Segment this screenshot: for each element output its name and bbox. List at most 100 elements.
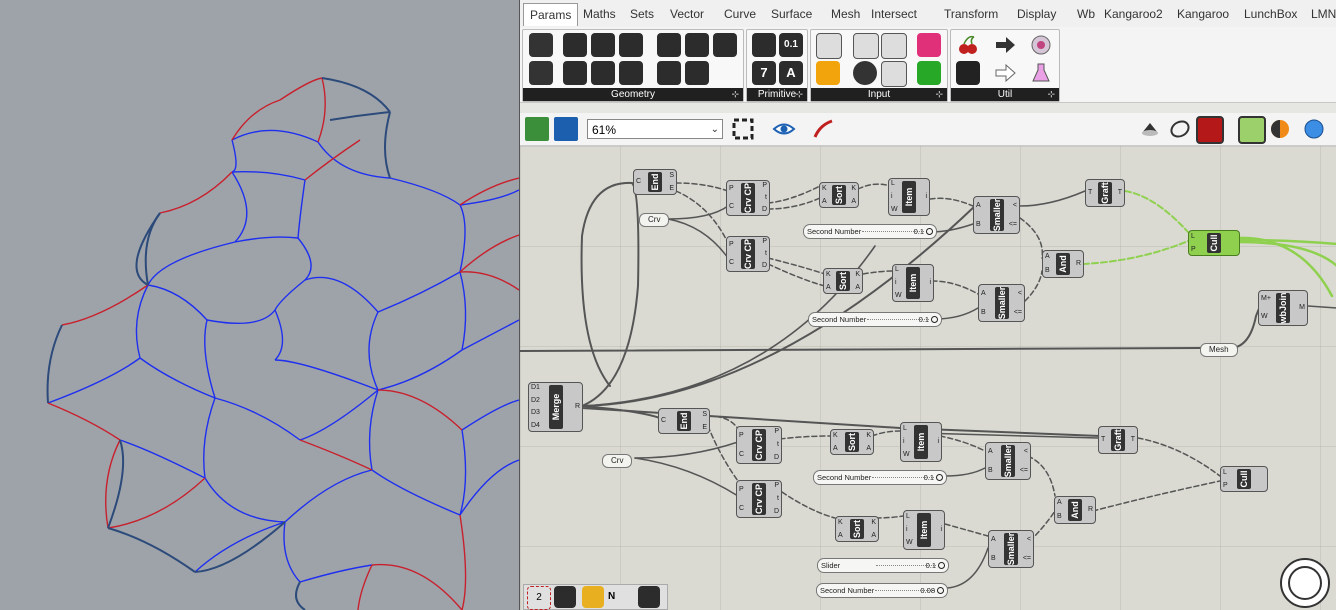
output-pin[interactable]: A [851, 198, 856, 205]
output-pin[interactable]: T [1131, 436, 1135, 443]
output-pin[interactable]: K [851, 185, 856, 192]
input-pin[interactable]: P [729, 185, 734, 192]
output-pin[interactable]: S [669, 172, 674, 179]
output-pin[interactable]: M [1299, 304, 1305, 311]
text-param-icon[interactable]: A [779, 61, 803, 85]
input-pin[interactable]: i [903, 438, 905, 445]
brep-param-icon[interactable] [685, 33, 709, 57]
input-pin[interactable]: C [729, 259, 734, 266]
flask-icon[interactable] [1029, 61, 1053, 85]
number-slider-4[interactable]: Slider 0.1 [817, 558, 949, 573]
tab-sets[interactable]: Sets [624, 3, 660, 25]
list-item-component-2[interactable]: Item Li Wi [892, 264, 934, 302]
input-pin[interactable]: P [729, 241, 734, 248]
merge-component[interactable]: Merge D1 D2 D3 D4 R [528, 382, 583, 432]
output-pin[interactable]: P [774, 482, 779, 489]
preview-selected-icon[interactable] [1238, 116, 1266, 144]
input-pin[interactable]: K [838, 519, 843, 526]
data-dam-icon[interactable] [1029, 33, 1053, 57]
crv-cp-component-3[interactable]: Crv CP P C Pt D [736, 426, 782, 464]
input-pin[interactable]: P [1191, 246, 1196, 253]
input-pin[interactable]: W [891, 206, 898, 213]
input-pin[interactable]: B [976, 221, 981, 228]
output-pin[interactable]: D [774, 454, 779, 461]
boolean-param-icon[interactable] [752, 33, 776, 57]
tab-surface[interactable]: Surface [765, 3, 818, 25]
input-pin[interactable]: i [891, 193, 893, 200]
input-pin[interactable]: A [822, 198, 827, 205]
input-pin[interactable]: A [976, 202, 981, 209]
input-pin[interactable]: B [991, 555, 996, 562]
toggle-icon[interactable] [853, 33, 879, 59]
mesh-param-icon[interactable] [657, 61, 681, 85]
scribble-icon[interactable] [582, 586, 604, 608]
preview-wireframe-icon[interactable] [1168, 117, 1192, 141]
end-points-component-top[interactable]: End C S E [633, 169, 677, 195]
output-pin[interactable]: <= [1020, 467, 1028, 474]
tab-display[interactable]: Display [1011, 3, 1062, 25]
output-pin[interactable]: <= [1023, 555, 1031, 562]
input-pin[interactable]: A [988, 448, 993, 455]
point-param-icon[interactable] [591, 61, 615, 85]
field-param-icon[interactable] [713, 33, 737, 57]
input-pin[interactable]: L [891, 180, 895, 187]
integer-param-icon[interactable]: 7 [752, 61, 776, 85]
list-item-component-1[interactable]: Item Li Wi [888, 178, 930, 216]
output-pin[interactable]: < [1024, 448, 1028, 455]
input-pin[interactable]: A [838, 532, 843, 539]
list-item-component-4[interactable]: Item Li Wi [903, 510, 945, 550]
wbjoin-component[interactable]: wbJoin M+ W M [1258, 290, 1308, 326]
line-param-icon[interactable] [563, 61, 587, 85]
circle-param-icon[interactable] [563, 33, 587, 57]
output-pin[interactable]: D [774, 508, 779, 515]
smaller-component-1[interactable]: Smaller A B < <= [973, 196, 1020, 234]
output-pin[interactable]: D [762, 262, 767, 269]
input-pin[interactable]: P [739, 486, 744, 493]
input-pin[interactable]: D3 [531, 409, 540, 416]
smaller-component-4[interactable]: Smaller A B < <= [988, 530, 1034, 568]
input-pin[interactable]: B [981, 309, 986, 316]
output-pin[interactable]: K [866, 432, 871, 439]
preview-shaded-icon[interactable] [1196, 116, 1224, 144]
input-pin[interactable]: W [906, 539, 913, 546]
eye-icon[interactable] [772, 117, 796, 141]
output-pin[interactable]: D [762, 206, 767, 213]
sort-component-4[interactable]: Sort K A K A [835, 516, 879, 542]
tab-lunchbox[interactable]: LunchBox [1238, 3, 1303, 25]
tab-params[interactable]: Params [523, 3, 579, 26]
crv-param-2[interactable]: Crv [602, 454, 633, 468]
vector-param-icon[interactable] [529, 61, 553, 85]
curve-param-icon[interactable] [619, 33, 643, 57]
output-pin[interactable]: E [669, 185, 674, 192]
output-pin[interactable]: E [702, 424, 707, 431]
counter-icon[interactable]: 2 [527, 586, 551, 610]
preview-mesh-quality-icon[interactable] [1268, 117, 1292, 141]
input-pin[interactable]: K [833, 432, 838, 439]
sketch-pen-icon[interactable] [812, 117, 836, 141]
output-pin[interactable]: K [871, 519, 876, 526]
input-pin[interactable]: L [895, 266, 899, 273]
color-swatch-icon[interactable] [917, 61, 941, 85]
crv-cp-component-4[interactable]: Crv CP P C Pt D [736, 480, 782, 518]
tab-maths[interactable]: Maths [577, 3, 622, 25]
input-pin[interactable]: B [988, 467, 993, 474]
cherry-picker-icon[interactable] [956, 33, 980, 57]
input-pin[interactable]: L [1223, 469, 1227, 476]
input-pin[interactable]: T [1101, 436, 1105, 443]
geometry-param-icon[interactable] [529, 33, 553, 57]
output-pin[interactable]: i [929, 279, 931, 286]
output-pin[interactable]: S [702, 411, 707, 418]
input-pin[interactable]: K [822, 185, 827, 192]
slider-icon[interactable] [816, 33, 842, 59]
input-pin[interactable]: A [833, 445, 838, 452]
output-pin[interactable]: i [937, 438, 939, 445]
mesh-param[interactable]: Mesh [1200, 343, 1238, 357]
output-pin[interactable]: t [765, 194, 767, 201]
output-pin[interactable]: P [762, 238, 767, 245]
input-pin[interactable]: A [826, 284, 831, 291]
tab-curve[interactable]: Curve [718, 3, 762, 25]
crv-param-1[interactable]: Crv [639, 213, 670, 227]
tab-mesh[interactable]: Mesh [825, 3, 866, 25]
sort-component-2[interactable]: Sort K A K A [823, 268, 863, 294]
rhino-viewport[interactable] [0, 0, 519, 610]
